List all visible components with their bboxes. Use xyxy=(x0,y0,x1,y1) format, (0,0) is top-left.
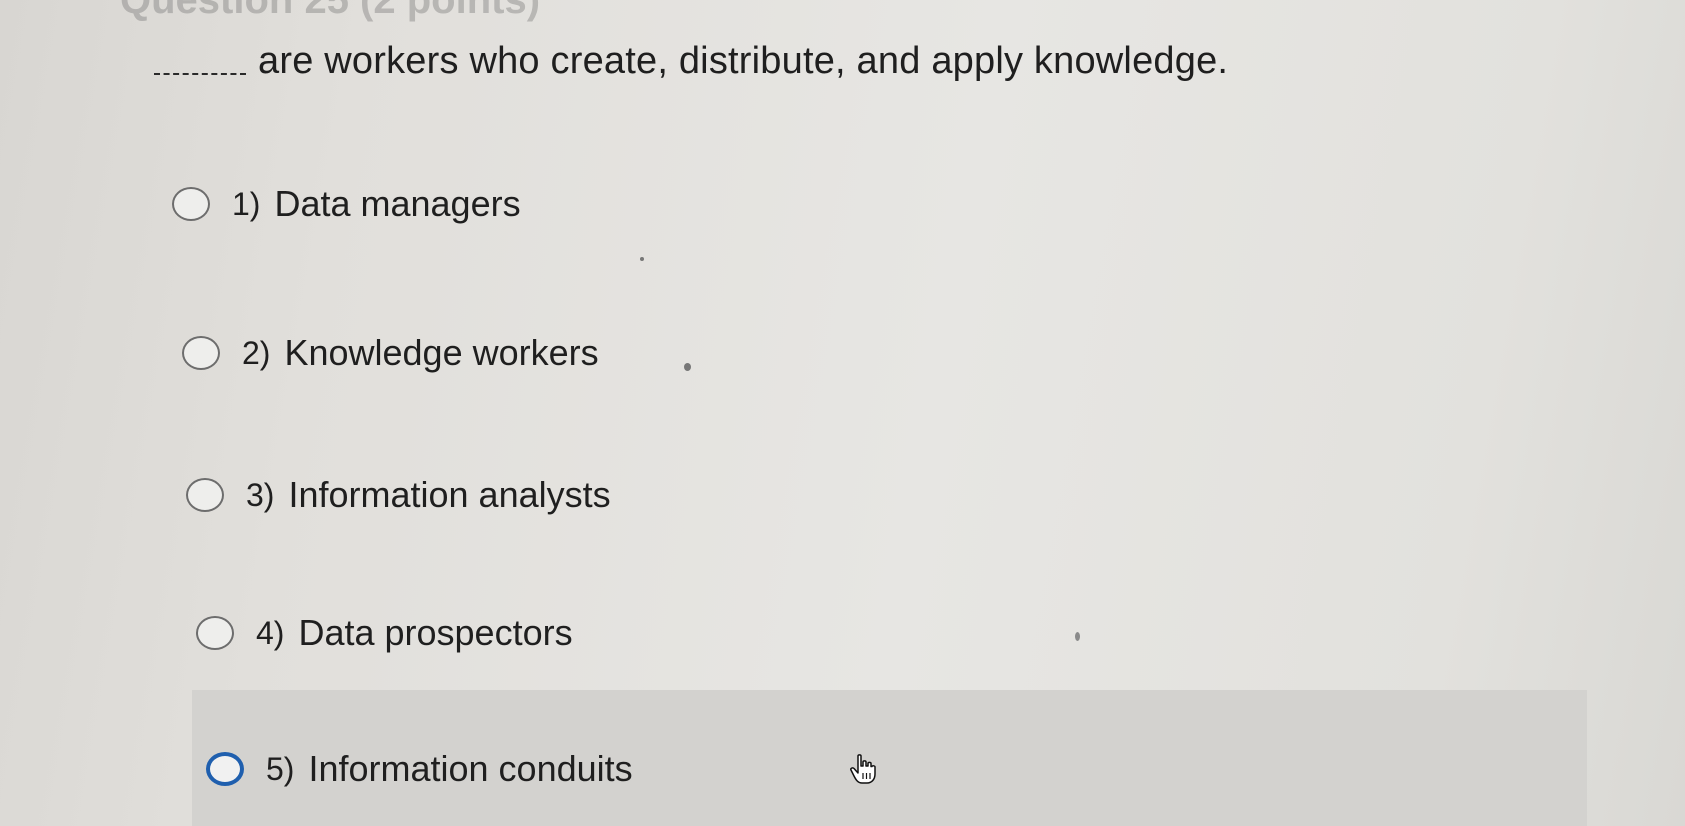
screen-speck xyxy=(640,257,644,261)
option-label: Information analysts xyxy=(288,474,611,515)
option-data-managers[interactable]: 1) Data managers xyxy=(172,183,521,225)
radio-button[interactable] xyxy=(206,752,244,786)
radio-button[interactable] xyxy=(182,336,220,370)
option-label: Knowledge workers xyxy=(284,332,599,373)
screen-speck xyxy=(684,363,691,371)
radio-button[interactable] xyxy=(186,478,224,512)
option-number: 4) xyxy=(256,614,285,651)
option-knowledge-workers[interactable]: 2) Knowledge workers xyxy=(182,332,599,374)
option-label: Data prospectors xyxy=(298,612,573,653)
option-number: 3) xyxy=(246,476,275,513)
answer-blank xyxy=(154,51,246,75)
question-stem: are workers who create, distribute, and … xyxy=(154,40,1228,83)
option-information-analysts[interactable]: 3) Information analysts xyxy=(186,474,611,516)
option-information-conduits[interactable]: 5) Information conduits xyxy=(206,748,633,790)
option-number: 5) xyxy=(266,750,295,787)
question-header: Question 25 (2 points) xyxy=(120,0,541,22)
hand-pointer-icon xyxy=(850,754,876,784)
option-label: Data managers xyxy=(274,183,521,224)
radio-button[interactable] xyxy=(196,616,234,650)
question-text: are workers who create, distribute, and … xyxy=(258,40,1229,82)
screen-speck xyxy=(1075,632,1080,641)
option-number: 2) xyxy=(242,334,271,371)
option-data-prospectors[interactable]: 4) Data prospectors xyxy=(196,612,573,654)
radio-button[interactable] xyxy=(172,187,210,221)
option-label: Information conduits xyxy=(308,748,633,789)
option-number: 1) xyxy=(232,185,261,222)
